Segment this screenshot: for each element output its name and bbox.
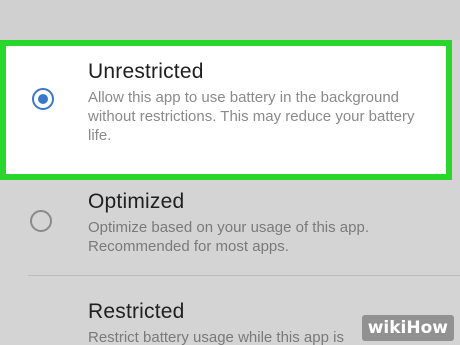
- radio-dot: [38, 94, 48, 104]
- watermark-text: wikiHow: [367, 318, 448, 338]
- option-title: Unrestricted: [88, 60, 204, 83]
- option-unrestricted[interactable]: Unrestricted Allow this app to use batte…: [0, 40, 452, 180]
- divider: [28, 275, 460, 276]
- option-optimized[interactable]: Optimized Optimize based on your usage o…: [0, 180, 460, 280]
- option-title: Restricted: [88, 300, 185, 323]
- radio-button[interactable]: [30, 210, 52, 232]
- battery-usage-screen: Unrestricted Allow this app to use batte…: [0, 0, 460, 345]
- wikihow-watermark: wikiHow: [361, 315, 454, 341]
- option-description: Optimize based on your usage of this app…: [88, 219, 370, 255]
- radio-button-selected[interactable]: [32, 88, 54, 110]
- option-title: Optimized: [88, 190, 185, 213]
- top-area: [0, 0, 460, 40]
- option-description: Allow this app to use battery in the bac…: [88, 89, 415, 144]
